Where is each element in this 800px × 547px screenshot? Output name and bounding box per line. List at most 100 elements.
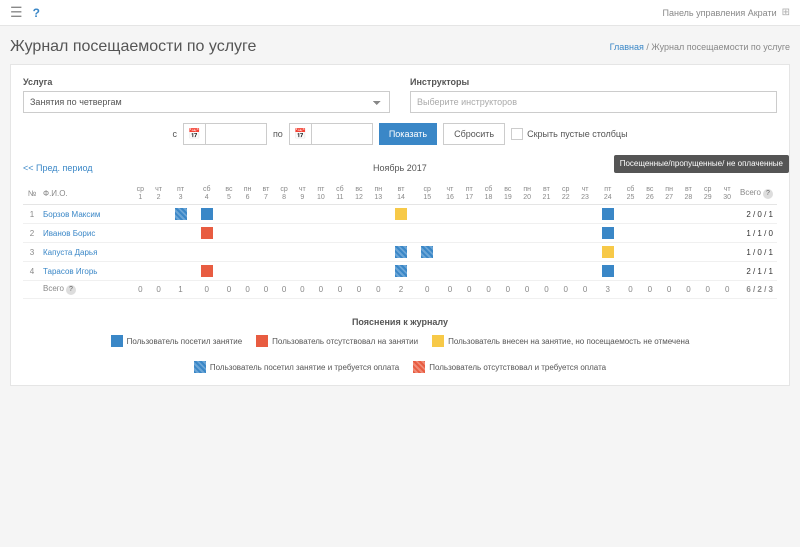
attendance-cell[interactable]	[595, 205, 621, 224]
attendance-cell[interactable]	[311, 262, 330, 281]
attendance-cell[interactable]	[640, 243, 659, 262]
date-to-input[interactable]	[312, 124, 372, 144]
attendance-cell[interactable]	[349, 243, 368, 262]
attendance-cell[interactable]	[621, 262, 640, 281]
attendance-cell[interactable]	[220, 205, 238, 224]
attendance-cell[interactable]	[349, 262, 368, 281]
attendance-cell[interactable]	[556, 243, 575, 262]
attendance-cell[interactable]	[640, 224, 659, 243]
attendance-cell[interactable]	[595, 224, 621, 243]
attendance-cell[interactable]	[220, 224, 238, 243]
attendance-cell[interactable]	[640, 205, 659, 224]
attendance-cell[interactable]	[640, 262, 659, 281]
attendance-cell[interactable]	[257, 205, 275, 224]
attendance-cell[interactable]	[131, 224, 150, 243]
help-icon[interactable]: ?	[33, 6, 40, 20]
attendance-cell[interactable]	[349, 205, 368, 224]
attendance-cell[interactable]	[388, 262, 414, 281]
attendance-cell[interactable]	[275, 224, 294, 243]
attendance-cell[interactable]	[479, 205, 498, 224]
attendance-cell[interactable]	[595, 243, 621, 262]
attendance-cell[interactable]	[257, 262, 275, 281]
attendance-cell[interactable]	[349, 224, 368, 243]
attendance-cell[interactable]	[479, 224, 498, 243]
attendance-cell[interactable]	[167, 205, 193, 224]
attendance-cell[interactable]	[717, 205, 737, 224]
attendance-cell[interactable]	[659, 262, 678, 281]
attendance-cell[interactable]	[460, 205, 479, 224]
attendance-cell[interactable]	[679, 243, 698, 262]
reset-button[interactable]: Сбросить	[443, 123, 505, 145]
attendance-cell[interactable]	[150, 205, 168, 224]
attendance-cell[interactable]	[518, 262, 537, 281]
attendance-cell[interactable]	[698, 262, 717, 281]
attendance-cell[interactable]	[388, 205, 414, 224]
attendance-cell[interactable]	[275, 205, 294, 224]
attendance-cell[interactable]	[479, 243, 498, 262]
attendance-cell[interactable]	[498, 224, 517, 243]
attendance-cell[interactable]	[220, 262, 238, 281]
attendance-cell[interactable]	[460, 262, 479, 281]
attendance-cell[interactable]	[369, 243, 388, 262]
attendance-cell[interactable]	[479, 262, 498, 281]
attendance-cell[interactable]	[238, 262, 257, 281]
attendance-cell[interactable]	[537, 243, 556, 262]
attendance-cell[interactable]	[331, 262, 350, 281]
attendance-cell[interactable]	[369, 205, 388, 224]
attendance-cell[interactable]	[414, 243, 440, 262]
attendance-cell[interactable]	[717, 243, 737, 262]
attendance-cell[interactable]	[414, 205, 440, 224]
breadcrumb-home[interactable]: Главная	[610, 42, 644, 52]
attendance-cell[interactable]	[150, 243, 168, 262]
user-link[interactable]: Борзов Максим	[43, 210, 100, 219]
attendance-cell[interactable]	[621, 205, 640, 224]
attendance-cell[interactable]	[556, 262, 575, 281]
attendance-cell[interactable]	[595, 262, 621, 281]
attendance-cell[interactable]	[388, 243, 414, 262]
attendance-cell[interactable]	[238, 224, 257, 243]
attendance-cell[interactable]	[440, 243, 459, 262]
attendance-cell[interactable]	[293, 205, 311, 224]
attendance-cell[interactable]	[537, 262, 556, 281]
attendance-cell[interactable]	[679, 262, 698, 281]
attendance-cell[interactable]	[194, 205, 220, 224]
attendance-cell[interactable]	[659, 205, 678, 224]
attendance-cell[interactable]	[414, 224, 440, 243]
attendance-cell[interactable]	[167, 224, 193, 243]
attendance-cell[interactable]	[275, 262, 294, 281]
attendance-cell[interactable]	[440, 262, 459, 281]
attendance-cell[interactable]	[679, 224, 698, 243]
attendance-cell[interactable]	[621, 243, 640, 262]
attendance-cell[interactable]	[238, 205, 257, 224]
attendance-cell[interactable]	[331, 224, 350, 243]
instructors-input[interactable]	[410, 91, 777, 113]
attendance-cell[interactable]	[194, 224, 220, 243]
attendance-cell[interactable]	[257, 243, 275, 262]
attendance-cell[interactable]	[331, 205, 350, 224]
user-link[interactable]: Капуста Дарья	[43, 248, 97, 257]
attendance-cell[interactable]	[679, 205, 698, 224]
attendance-cell[interactable]	[293, 262, 311, 281]
attendance-cell[interactable]	[331, 243, 350, 262]
attendance-cell[interactable]	[131, 243, 150, 262]
calendar-icon[interactable]: 📅	[290, 124, 312, 144]
attendance-cell[interactable]	[518, 243, 537, 262]
attendance-cell[interactable]	[311, 224, 330, 243]
user-link[interactable]: Иванов Борис	[43, 229, 95, 238]
attendance-cell[interactable]	[220, 243, 238, 262]
attendance-cell[interactable]	[194, 243, 220, 262]
attendance-cell[interactable]	[621, 224, 640, 243]
attendance-cell[interactable]	[659, 243, 678, 262]
attendance-cell[interactable]	[369, 262, 388, 281]
service-select[interactable]: Занятия по четвергам	[23, 91, 390, 113]
attendance-cell[interactable]	[311, 205, 330, 224]
attendance-cell[interactable]	[369, 224, 388, 243]
attendance-cell[interactable]	[698, 224, 717, 243]
attendance-cell[interactable]	[311, 243, 330, 262]
attendance-cell[interactable]	[293, 243, 311, 262]
attendance-cell[interactable]	[131, 262, 150, 281]
attendance-cell[interactable]	[556, 205, 575, 224]
attendance-cell[interactable]	[238, 243, 257, 262]
attendance-cell[interactable]	[717, 224, 737, 243]
attendance-cell[interactable]	[698, 205, 717, 224]
